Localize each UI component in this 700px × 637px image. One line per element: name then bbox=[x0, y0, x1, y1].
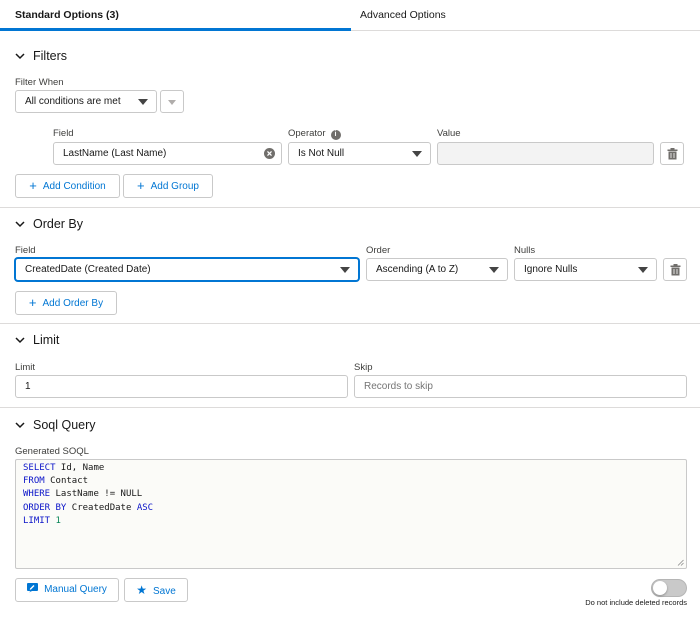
add-group-button[interactable]: + Add Group bbox=[123, 174, 213, 198]
order-field-select[interactable]: CreatedDate (Created Date) bbox=[15, 258, 359, 281]
filter-field-value: LastName (Last Name) bbox=[63, 148, 167, 159]
order-direction-label: Order bbox=[366, 245, 391, 256]
plus-icon: + bbox=[28, 295, 37, 310]
filter-operator-label: Operator i bbox=[288, 128, 341, 140]
toggle-knob bbox=[653, 581, 667, 595]
chevron-down-icon bbox=[15, 337, 25, 344]
order-field-value: CreatedDate (Created Date) bbox=[25, 264, 151, 275]
soql-number: 1 bbox=[55, 515, 61, 526]
soql-line: SELECT Id, Name bbox=[23, 462, 679, 475]
filter-operator-value: Is Not Null bbox=[298, 148, 345, 159]
info-icon[interactable]: i bbox=[330, 130, 341, 140]
nulls-label: Nulls bbox=[514, 245, 536, 256]
chevron-down-icon bbox=[340, 267, 350, 273]
soql-section-toggle[interactable]: Soql Query bbox=[15, 416, 96, 434]
order-direction-value: Ascending (A to Z) bbox=[376, 264, 459, 275]
add-group-label: Add Group bbox=[150, 181, 199, 192]
limit-label: Limit bbox=[15, 362, 36, 373]
filter-when-label: Filter When bbox=[15, 77, 64, 88]
filter-when-value: All conditions are met bbox=[25, 96, 121, 107]
filter-value-label: Value bbox=[437, 128, 461, 139]
nulls-select[interactable]: Ignore Nulls bbox=[514, 258, 657, 281]
chevron-down-icon bbox=[412, 151, 422, 157]
add-condition-label: Add Condition bbox=[42, 181, 106, 192]
star-icon: ★ bbox=[136, 583, 147, 597]
limit-input[interactable]: 1 bbox=[15, 375, 348, 398]
soql-keyword: WHERE bbox=[23, 489, 51, 500]
chevron-down-icon bbox=[638, 267, 648, 273]
soql-title: Soql Query bbox=[33, 418, 96, 432]
filter-when-select[interactable]: All conditions are met bbox=[15, 90, 157, 113]
limit-title: Limit bbox=[33, 333, 60, 347]
chevron-down-icon bbox=[138, 99, 148, 105]
soql-line: FROM Contact bbox=[23, 475, 679, 488]
tab-bar: Standard Options (3) Advanced Options bbox=[0, 0, 700, 31]
add-condition-button[interactable]: + Add Condition bbox=[15, 174, 120, 198]
order-direction-select[interactable]: Ascending (A to Z) bbox=[366, 258, 508, 281]
soql-text: Contact bbox=[44, 476, 89, 487]
save-label: Save bbox=[152, 586, 176, 597]
filters-title: Filters bbox=[33, 49, 68, 63]
resize-handle-icon[interactable] bbox=[677, 559, 684, 566]
order-by-section-toggle[interactable]: Order By bbox=[15, 215, 83, 233]
operator-label-text: Operator bbox=[288, 128, 326, 139]
tab-advanced-options[interactable]: Advanced Options bbox=[351, 0, 700, 31]
chevron-down-icon bbox=[168, 100, 176, 105]
soql-text: LastName != NULL bbox=[50, 489, 143, 500]
delete-condition-button[interactable] bbox=[660, 142, 684, 165]
soql-line: ORDER BY CreatedDate ASC bbox=[23, 502, 679, 515]
skip-input[interactable]: Records to skip bbox=[354, 375, 687, 398]
soql-keyword: SELECT bbox=[23, 463, 56, 473]
filter-field-input[interactable]: LastName (Last Name) bbox=[53, 142, 282, 165]
trash-icon bbox=[670, 264, 681, 276]
order-by-title: Order By bbox=[33, 217, 84, 231]
filter-value-input bbox=[437, 142, 654, 165]
chevron-down-icon bbox=[15, 422, 25, 429]
order-field-label: Field bbox=[15, 245, 36, 256]
filters-section-toggle[interactable]: Filters bbox=[15, 47, 67, 65]
chevron-down-icon bbox=[15, 221, 25, 228]
add-order-by-label: Add Order By bbox=[42, 298, 104, 309]
filter-logic-menu-button[interactable] bbox=[160, 90, 184, 113]
divider bbox=[0, 323, 700, 324]
manual-query-label: Manual Query bbox=[44, 584, 107, 595]
soql-keyword: FROM bbox=[23, 476, 45, 487]
limit-section-toggle[interactable]: Limit bbox=[15, 331, 59, 349]
generated-soql-label: Generated SOQL bbox=[15, 446, 89, 457]
edit-query-icon bbox=[27, 583, 39, 593]
delete-order-button[interactable] bbox=[663, 258, 687, 281]
soql-text: Id, Name bbox=[55, 463, 105, 473]
soql-keyword: LIMIT bbox=[23, 515, 51, 526]
nulls-value: Ignore Nulls bbox=[524, 264, 578, 275]
soql-line: LIMIT 1 bbox=[23, 515, 679, 528]
save-button[interactable]: ★ Save bbox=[124, 578, 188, 602]
skip-label: Skip bbox=[354, 362, 373, 373]
add-order-by-button[interactable]: + Add Order By bbox=[15, 291, 117, 315]
soql-textarea[interactable]: SELECT Id, Name FROM Contact WHERE LastN… bbox=[15, 459, 687, 569]
soql-keyword: ORDER BY bbox=[23, 502, 67, 513]
deleted-records-toggle[interactable] bbox=[651, 579, 687, 597]
divider bbox=[0, 207, 700, 208]
plus-icon: + bbox=[29, 178, 37, 193]
chevron-down-icon bbox=[489, 267, 499, 273]
deleted-records-label: Do not include deleted records bbox=[585, 598, 687, 607]
soql-keyword: ASC bbox=[136, 502, 154, 513]
clear-icon[interactable] bbox=[264, 148, 275, 159]
trash-icon bbox=[667, 148, 678, 160]
tab-standard-options[interactable]: Standard Options (3) bbox=[0, 0, 351, 31]
chevron-down-icon bbox=[15, 53, 25, 60]
soql-text: CreatedDate bbox=[66, 502, 137, 513]
manual-query-button[interactable]: Manual Query bbox=[15, 578, 119, 602]
filter-field-label: Field bbox=[53, 128, 74, 139]
plus-icon: + bbox=[137, 178, 145, 193]
filter-operator-select[interactable]: Is Not Null bbox=[288, 142, 431, 165]
soql-line: WHERE LastName != NULL bbox=[23, 488, 679, 501]
divider bbox=[0, 407, 700, 408]
